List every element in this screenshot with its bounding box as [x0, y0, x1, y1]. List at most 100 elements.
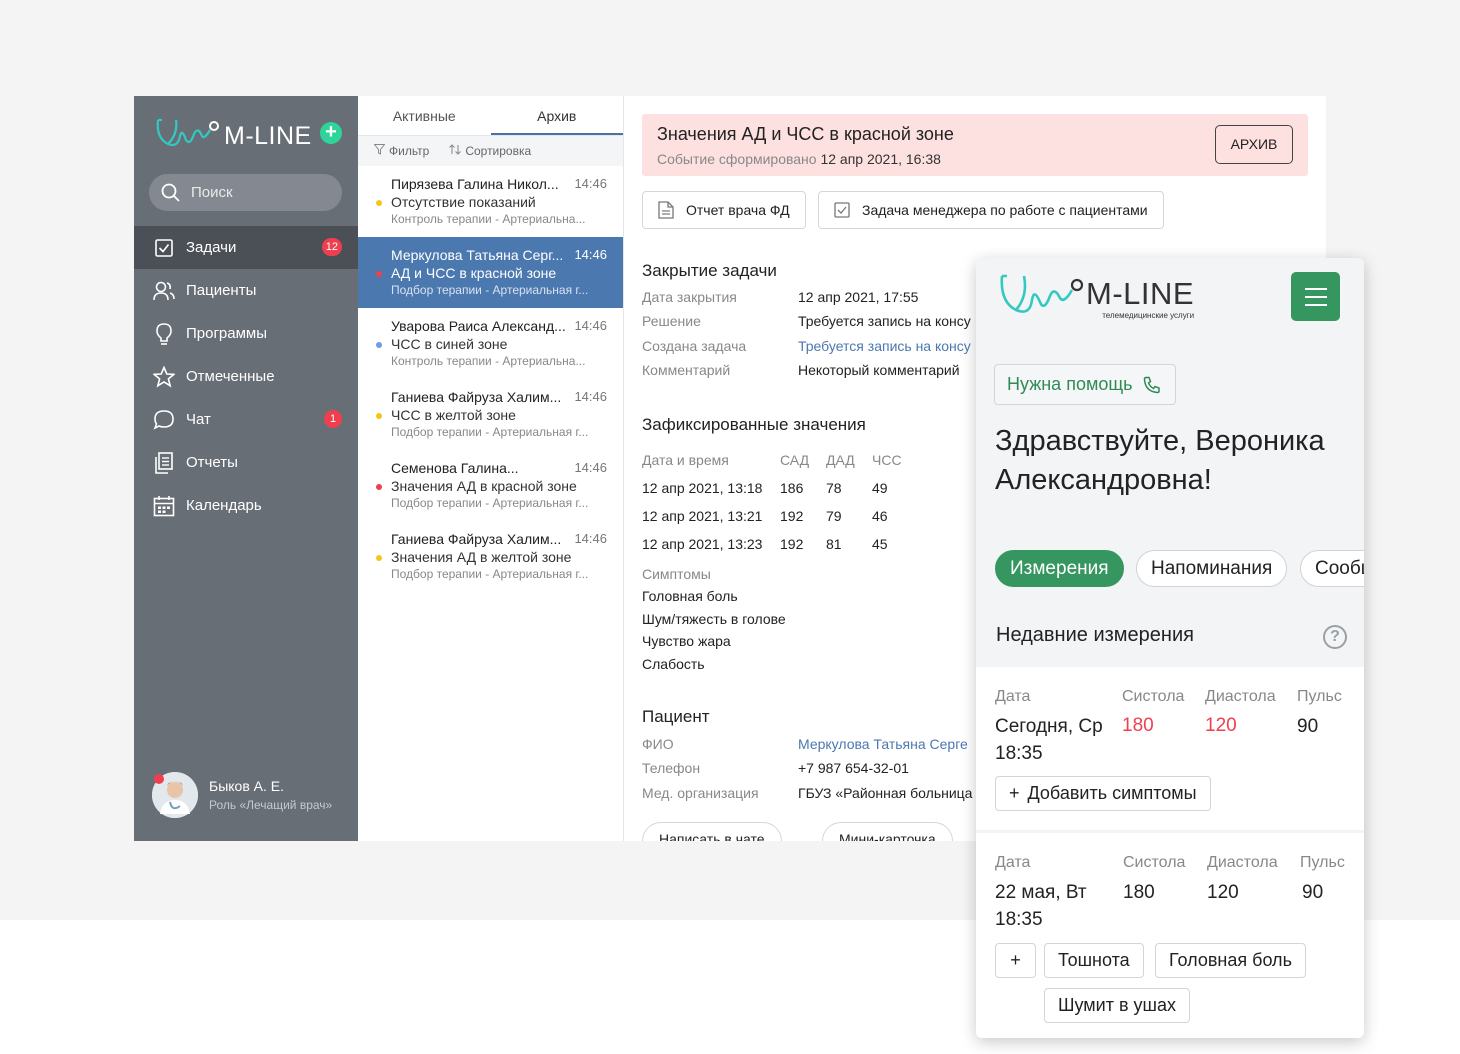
patient-fio-link[interactable]: Меркулова Татьяна Серге — [798, 736, 968, 760]
patient-details: ФИО Меркулова Татьяна Серге Телефон +7 987… — [642, 736, 972, 809]
sidebar-item-label: Календарь — [186, 497, 262, 514]
date-label: Дата — [995, 688, 1031, 705]
hamburger-menu-icon[interactable] — [1291, 272, 1340, 321]
symptom-item: Слабость — [642, 655, 705, 672]
alert-subtitle: Событие сформировано 12 апр 2021, 16:38 — [657, 151, 941, 167]
created-task-label: Создана задача — [642, 337, 747, 354]
search-placeholder: Поиск — [191, 184, 233, 201]
pulse-label: Пульс — [1297, 688, 1342, 705]
avatar — [152, 772, 198, 818]
systole-value: 180 — [1122, 715, 1154, 736]
closing-date-label: Дата закрытия — [642, 289, 737, 305]
filter-label: Фильтр — [389, 144, 430, 158]
document-icon — [658, 201, 674, 219]
sidebar-item-patients[interactable]: Пациенты — [134, 269, 358, 312]
tab-reminders[interactable]: Напоминания — [1136, 550, 1288, 587]
mobile-app-screen: M-LINE телемедицинские услуги Нужна помо… — [976, 258, 1364, 1038]
task-program: Подбор терапии - Артериальная г... — [391, 283, 589, 297]
measurement-card: Дата Систола Диастола Пульс 22 мая, Вт 1… — [976, 833, 1364, 1038]
sort-label: Сортировка — [465, 144, 532, 158]
add-symptoms-label: Добавить симптомы — [1027, 783, 1197, 803]
list-item[interactable]: Ганиева Файруза Халим... 14:46 ЧСС в жел… — [358, 379, 623, 450]
chat-count-badge: 1 — [324, 410, 342, 428]
task-status: АД и ЧСС в красной зоне — [391, 265, 557, 281]
doctor-report-button[interactable]: Отчет врача ФД — [642, 191, 806, 229]
add-button[interactable]: + — [320, 122, 342, 144]
tab-measurements[interactable]: Измерения — [995, 550, 1124, 587]
sidebar: M-LINE + Поиск Задачи 12 Пациенты Програ… — [134, 96, 358, 841]
systole-label: Систола — [1122, 688, 1185, 705]
plus-icon: + — [1009, 783, 1020, 803]
tab-archive[interactable]: Архив — [490, 96, 623, 135]
filter-button[interactable]: Фильтр — [373, 144, 430, 158]
add-symptom-plus-button[interactable]: + — [995, 943, 1036, 978]
tab-messages[interactable]: Сообщения — [1300, 550, 1364, 587]
patient-fio-label: ФИО — [642, 736, 674, 752]
list-item[interactable]: Семенова Галина... 14:46 Значения АД в к… — [358, 450, 623, 521]
measurement-date: Сегодня, Ср — [995, 716, 1103, 737]
write-chat-button[interactable]: Написать в чате — [642, 822, 782, 841]
cell-datetime: 12 апр 2021, 13:18 — [642, 480, 763, 496]
sidebar-item-reports[interactable]: Отчеты — [134, 441, 358, 484]
task-time: 14:46 — [574, 531, 607, 546]
sidebar-item-tasks[interactable]: Задачи 12 — [134, 226, 358, 269]
decision-label: Решение — [642, 313, 701, 330]
table-row: 12 апр 2021, 13:23 192 81 45 — [642, 530, 912, 558]
sidebar-item-calendar[interactable]: Календарь — [134, 484, 358, 527]
sidebar-nav: Задачи 12 Пациенты Программы Отмеченные … — [134, 226, 358, 527]
closing-date-value: 12 апр 2021, 17:55 — [798, 289, 919, 305]
patient-name: Ганиева Файруза Халим... — [391, 531, 562, 547]
task-status: Отсутствие показаний — [391, 194, 536, 210]
table-row: 12 апр 2021, 13:21 192 79 46 — [642, 502, 912, 530]
checkbox-icon — [834, 202, 850, 218]
brand-logo: M-LINE — [154, 116, 312, 156]
pulse-label: Пульс — [1300, 854, 1345, 871]
task-time: 14:46 — [574, 460, 607, 475]
status-dot — [376, 413, 382, 419]
list-item[interactable]: Ганиева Файруза Халим... 14:46 Значения … — [358, 521, 623, 592]
archive-button[interactable]: АРХИВ — [1215, 125, 1293, 164]
alert-title: Значения АД и ЧСС в красной зоне — [657, 124, 954, 144]
users-icon — [153, 280, 175, 302]
help-question-icon[interactable]: ? — [1323, 625, 1347, 649]
search-input[interactable]: Поиск — [149, 174, 342, 211]
task-status: Значения АД в желтой зоне — [391, 549, 572, 565]
sidebar-item-label: Чат — [186, 411, 211, 428]
task-program: Контроль терапии - Артериальна... — [391, 212, 586, 226]
help-button[interactable]: Нужна помощь — [994, 364, 1176, 405]
plus-icon: + — [1010, 950, 1021, 970]
task-status: ЧСС в синей зоне — [391, 336, 508, 352]
status-dot — [376, 200, 382, 206]
add-symptoms-button[interactable]: + Добавить симптомы — [995, 776, 1211, 811]
user-profile[interactable]: Быков А. Е. Роль «Лечащий врач» — [152, 772, 332, 818]
list-item[interactable]: Уварова Раиса Александ... 14:46 ЧСС в си… — [358, 308, 623, 379]
user-role: Роль «Лечащий врач» — [209, 798, 333, 812]
cell-sbp: 186 — [780, 480, 804, 496]
sidebar-item-chat[interactable]: Чат 1 — [134, 398, 358, 441]
mini-card-button[interactable]: Мини-карточка — [822, 822, 953, 841]
status-dot — [376, 342, 382, 348]
symptom-chip[interactable]: Шумит в ушах — [1044, 988, 1190, 1023]
list-item[interactable]: Пирязева Галина Никол... 14:46 Отсутстви… — [358, 166, 623, 237]
created-task-link[interactable]: Требуется запись на консу — [798, 338, 971, 362]
measurement-time: 18:35 — [995, 909, 1043, 930]
manager-task-button[interactable]: Задача менеджера по работе с пациентами — [818, 191, 1164, 229]
phone-icon — [1143, 376, 1160, 393]
col-datetime: Дата и время — [642, 452, 729, 468]
patient-org-value: ГБУЗ «Районная больница — [798, 784, 973, 801]
status-dot — [376, 484, 382, 490]
sidebar-item-starred[interactable]: Отмеченные — [134, 355, 358, 398]
symptom-item: Чувство жара — [642, 633, 731, 649]
sidebar-item-programs[interactable]: Программы — [134, 312, 358, 355]
sort-button[interactable]: Сортировка — [449, 144, 531, 158]
pulse-value: 90 — [1297, 716, 1319, 737]
symptom-chip[interactable]: Головная боль — [1155, 943, 1306, 978]
task-check-icon — [153, 237, 175, 259]
tab-active[interactable]: Активные — [358, 96, 491, 135]
list-item-selected[interactable]: Меркулова Татьяна Серг... 14:46 АД и ЧСС… — [358, 237, 623, 308]
task-time: 14:46 — [574, 176, 607, 191]
cell-datetime: 12 апр 2021, 13:23 — [642, 536, 763, 552]
doctor-report-label: Отчет врача ФД — [686, 202, 790, 218]
symptom-chip[interactable]: Тошнота — [1044, 943, 1144, 978]
filter-bar: Фильтр Сортировка — [358, 136, 623, 166]
